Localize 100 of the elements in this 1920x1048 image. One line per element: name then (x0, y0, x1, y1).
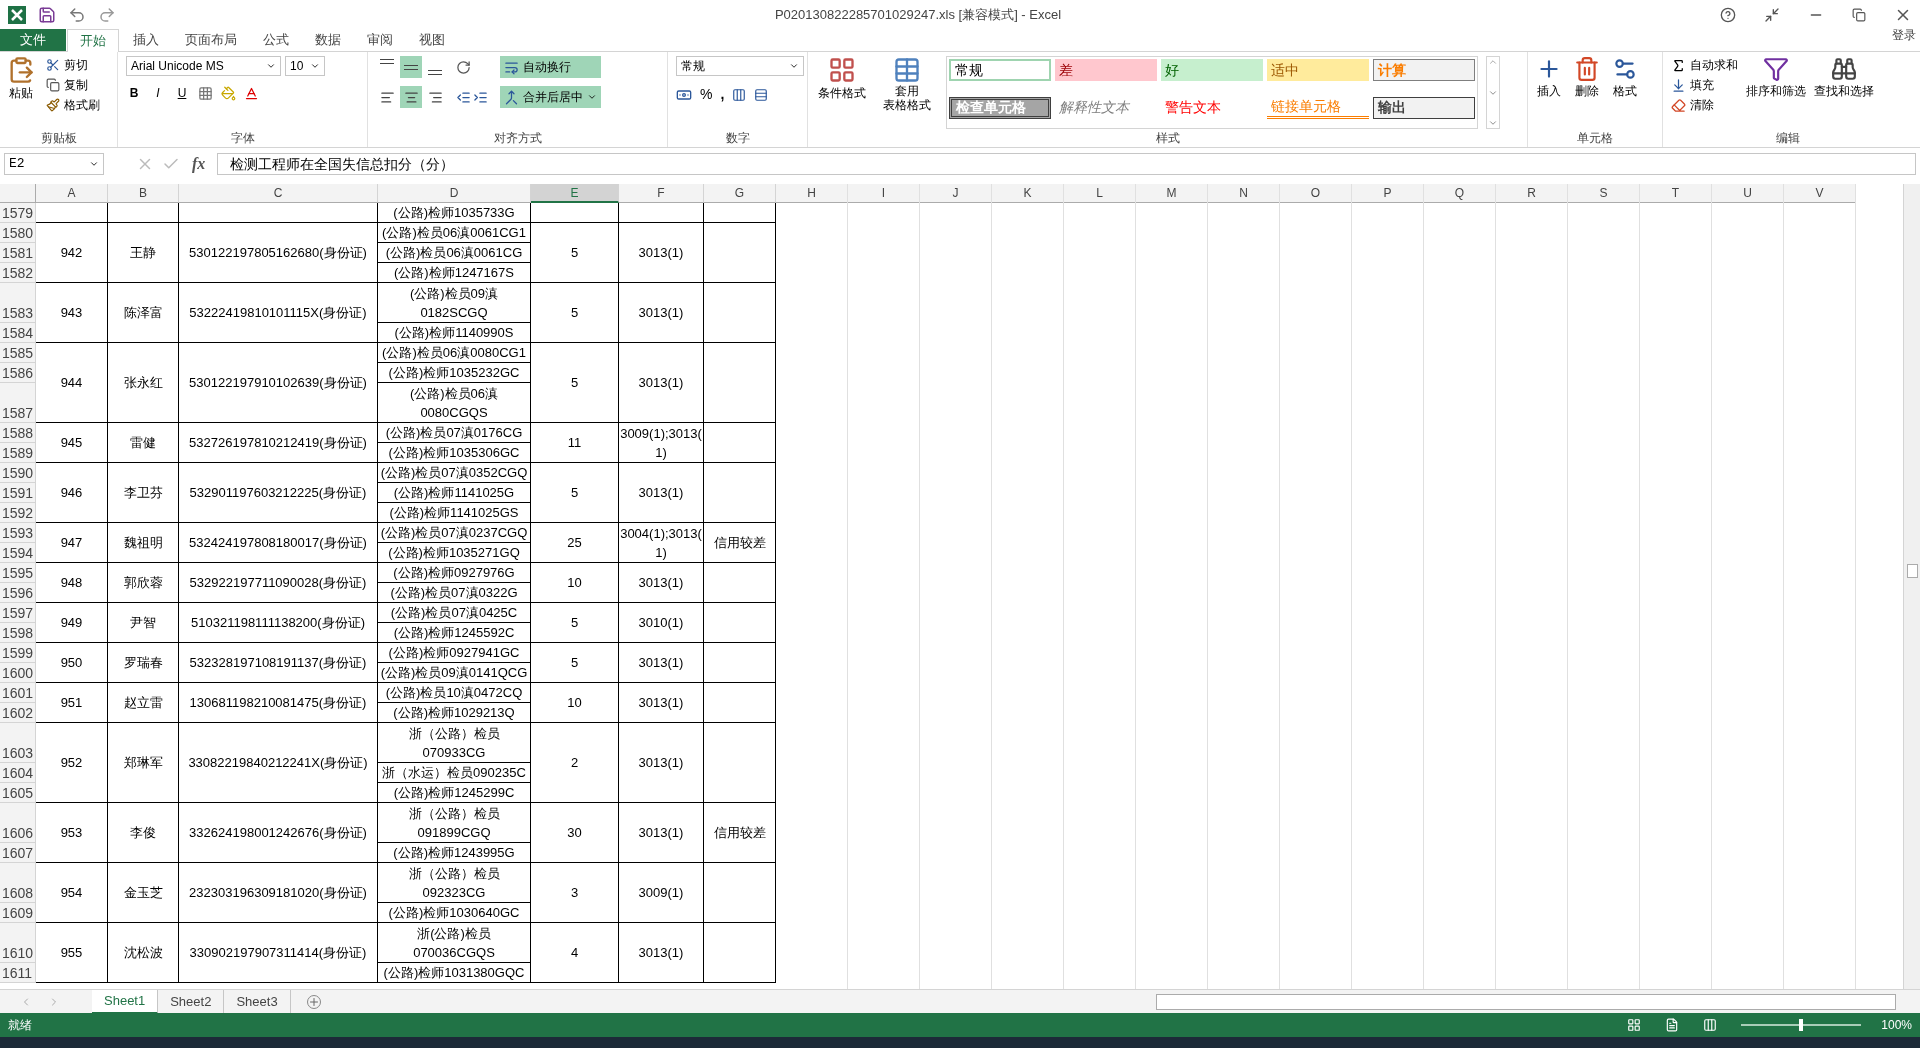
row-header[interactable]: 1604 (0, 763, 36, 783)
font-size-field[interactable]: 10 (285, 56, 325, 76)
row-header[interactable]: 1596 (0, 583, 36, 603)
copy-button[interactable]: 复制 (46, 76, 100, 94)
insert-cells-button[interactable]: 插入 (1536, 56, 1562, 129)
cell-style-swatch[interactable]: 常规 (949, 59, 1051, 81)
row-header[interactable]: 1581 (0, 243, 36, 263)
file-tab[interactable]: 文件 (0, 29, 66, 51)
help-icon[interactable] (1720, 7, 1736, 23)
cut-button[interactable]: 剪切 (46, 56, 100, 74)
sort-filter-button[interactable]: 排序和筛选 (1746, 56, 1806, 129)
column-header[interactable]: B (108, 184, 179, 203)
cell-style-swatch[interactable]: 输出 (1373, 96, 1475, 119)
fill-button[interactable]: 填充 (1671, 76, 1738, 94)
ribbon-display-icon[interactable] (1764, 7, 1780, 23)
name-box[interactable]: E2 (4, 153, 104, 175)
sheet-tab[interactable]: Sheet1 (92, 989, 159, 1014)
row-header[interactable]: 1599 (0, 643, 36, 663)
row-header[interactable]: 1582 (0, 263, 36, 283)
column-header[interactable]: G (704, 184, 776, 203)
insert-function-button[interactable]: fx (188, 152, 210, 176)
merge-center-button[interactable]: 合并后居中 (500, 86, 601, 108)
scroll-thumb[interactable] (1906, 564, 1918, 578)
column-header[interactable]: J (920, 184, 991, 203)
paste-button[interactable]: 粘贴 (4, 56, 38, 129)
decimal-decrease-icon[interactable] (754, 87, 769, 102)
column-header[interactable]: F (619, 184, 704, 203)
italic-button[interactable]: I (150, 84, 166, 102)
find-select-button[interactable]: 查找和选择 (1814, 56, 1874, 129)
row-header[interactable]: 1590 (0, 463, 36, 483)
column-header[interactable]: A (36, 184, 108, 203)
column-header[interactable]: M (1136, 184, 1207, 203)
ribbon-tab[interactable]: 公式 (251, 29, 301, 51)
undo-icon[interactable] (68, 6, 86, 24)
save-icon[interactable] (38, 6, 56, 24)
wrap-text-button[interactable]: 自动换行 (500, 56, 601, 78)
underline-button[interactable]: U (174, 84, 190, 102)
decrease-indent-icon[interactable] (456, 89, 471, 105)
delete-cells-button[interactable]: 删除 (1574, 56, 1600, 129)
row-header[interactable]: 1608 (0, 863, 36, 903)
row-header[interactable]: 1611 (0, 963, 36, 983)
row-header[interactable]: 1579 (0, 203, 36, 223)
row-header[interactable]: 1595 (0, 563, 36, 583)
column-header[interactable]: L (1064, 184, 1135, 203)
bold-button[interactable]: B (126, 84, 142, 102)
ribbon-tab[interactable]: 开始 (67, 29, 119, 52)
column-header[interactable]: P (1352, 184, 1423, 203)
column-header[interactable]: I (848, 184, 919, 203)
row-header[interactable]: 1586 (0, 363, 36, 383)
row-header[interactable]: 1597 (0, 603, 36, 623)
column-header[interactable]: N (1208, 184, 1279, 203)
column-header[interactable]: C (179, 184, 378, 203)
ribbon-tab[interactable]: 审阅 (355, 29, 405, 51)
row-header[interactable]: 1594 (0, 543, 36, 563)
font-name-field[interactable]: Arial Unicode MS (126, 56, 281, 76)
border-icon[interactable] (198, 85, 213, 101)
row-header[interactable]: 1609 (0, 903, 36, 923)
format-cells-button[interactable]: 格式 (1612, 56, 1638, 129)
page-break-icon[interactable] (1703, 1018, 1718, 1032)
row-header[interactable]: 1607 (0, 843, 36, 863)
column-header[interactable]: E (531, 184, 619, 203)
zoom-slider-thumb[interactable] (1799, 1019, 1804, 1031)
format-painter-button[interactable]: 格式刷 (46, 96, 100, 114)
row-header[interactable]: 1583 (0, 283, 36, 323)
row-header[interactable]: 1601 (0, 683, 36, 703)
sign-in-link[interactable]: 登录 (1892, 26, 1916, 44)
column-header[interactable]: D (378, 184, 531, 203)
row-header[interactable]: 1610 (0, 923, 36, 963)
row-header[interactable]: 1605 (0, 783, 36, 803)
normal-view-icon[interactable] (1627, 1018, 1642, 1032)
row-header[interactable]: 1598 (0, 623, 36, 643)
page-layout-icon[interactable] (1665, 1018, 1680, 1032)
redo-icon[interactable] (98, 6, 116, 24)
number-format-field[interactable]: 常规 (676, 56, 804, 76)
horizontal-scrollbar[interactable] (1156, 993, 1896, 1010)
column-header[interactable]: U (1712, 184, 1783, 203)
horizontal-align-button[interactable] (400, 86, 422, 108)
percent-button[interactable]: % (700, 84, 713, 105)
row-header[interactable]: 1600 (0, 663, 36, 683)
row-header[interactable]: 1584 (0, 323, 36, 343)
row-header[interactable]: 1587 (0, 383, 36, 423)
vertical-align-button[interactable] (400, 56, 422, 78)
formula-field[interactable]: 检测工程师在全国失信总扣分（分） (217, 153, 1916, 175)
row-header[interactable]: 1592 (0, 503, 36, 523)
autosum-button[interactable]: 自动求和 (1671, 56, 1738, 74)
row-header[interactable]: 1585 (0, 343, 36, 363)
ribbon-tab[interactable]: 数据 (303, 29, 353, 51)
cell-style-swatch[interactable]: 适中 (1267, 59, 1369, 81)
fill-color-icon[interactable] (221, 85, 236, 101)
ribbon-tab[interactable]: 页面布局 (173, 29, 249, 51)
row-header[interactable]: 1589 (0, 443, 36, 463)
column-header[interactable]: K (992, 184, 1063, 203)
column-header[interactable]: S (1568, 184, 1639, 203)
decimal-increase-icon[interactable] (732, 87, 747, 102)
row-header[interactable]: 1602 (0, 703, 36, 723)
column-header[interactable]: V (1784, 184, 1855, 203)
row-header[interactable]: 1603 (0, 723, 36, 763)
font-color-icon[interactable] (244, 85, 259, 101)
ribbon-tab[interactable]: 插入 (121, 29, 171, 51)
row-header[interactable]: 1593 (0, 523, 36, 543)
